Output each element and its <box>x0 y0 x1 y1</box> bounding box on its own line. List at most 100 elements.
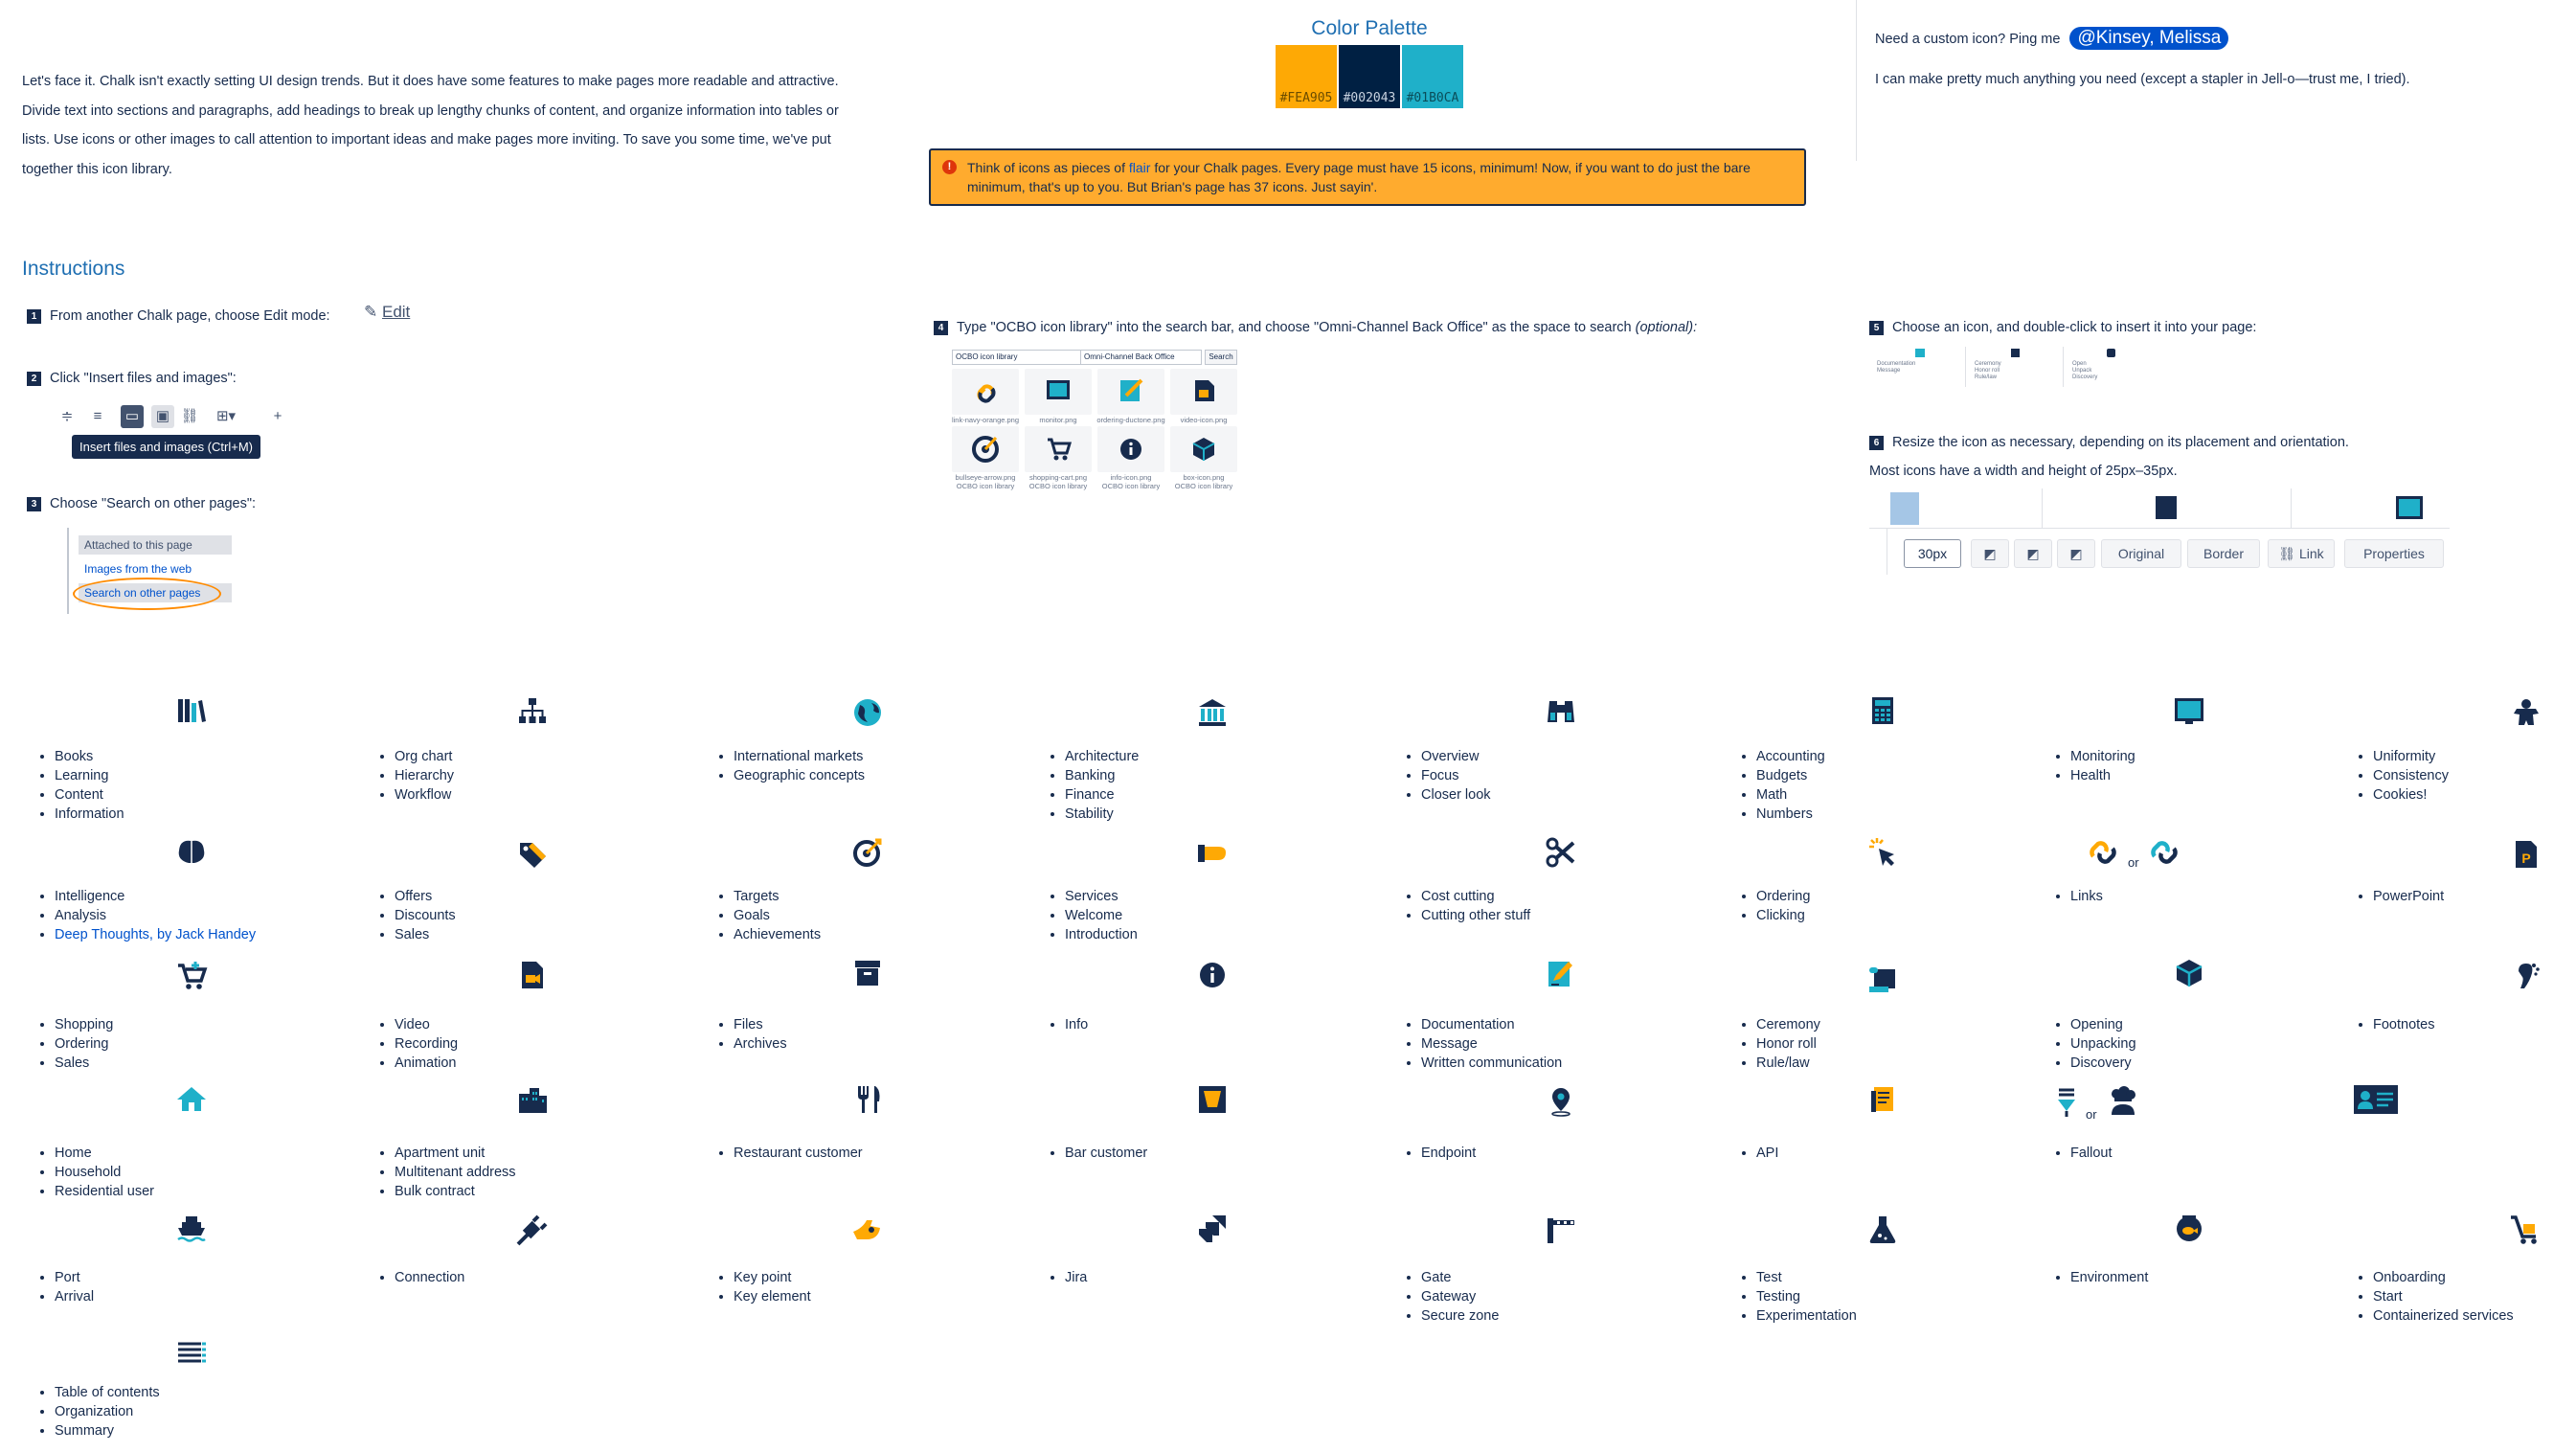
search-button[interactable]: Search <box>1205 350 1237 365</box>
list-item: Table of contents <box>55 1383 160 1402</box>
list-item: Sales <box>55 1054 113 1073</box>
list-item: International markets <box>734 747 865 766</box>
bullseye-list: TargetsGoalsAchievements <box>701 887 821 944</box>
list-item: Documentation <box>1421 1015 1562 1034</box>
result-thumb[interactable] <box>1097 426 1164 472</box>
small-size-button[interactable]: ◩ <box>1971 539 2009 568</box>
archive-list: FilesArchives <box>701 1015 787 1054</box>
jira-list: Jira <box>1032 1268 1087 1287</box>
edit-button[interactable]: ✎ Edit <box>364 303 410 322</box>
list-item: Unpacking <box>2070 1034 2136 1054</box>
list-item: Message <box>1421 1034 1562 1054</box>
flair-link[interactable]: flair <box>1129 160 1151 175</box>
link-icon: ⛓ <box>2278 546 2296 561</box>
plus-icon[interactable]: + <box>266 405 289 428</box>
deep-thoughts-link[interactable]: Deep Thoughts, by Jack Handey <box>55 927 256 942</box>
step-text: From another Chalk page, choose Edit mod… <box>50 308 330 324</box>
list-item: Rule/law <box>1756 1054 1820 1073</box>
result-thumb[interactable] <box>1170 426 1237 472</box>
link-alt-icon <box>2147 835 2181 870</box>
powerpoint-list: PowerPoint <box>2340 887 2444 906</box>
pencil-icon: ✎ <box>364 303 378 321</box>
link-button[interactable]: ⛓ Link <box>2268 539 2335 568</box>
menu-attached[interactable]: Attached to this page <box>79 535 232 555</box>
fishbowl-icon <box>2172 1211 2206 1245</box>
scroll-list: CeremonyHonor rollRule/law <box>1724 1015 1820 1073</box>
result-thumb[interactable] <box>1170 369 1237 415</box>
list-item: Achievements <box>734 925 821 944</box>
properties-button[interactable]: Properties <box>2344 539 2444 568</box>
video-list: VideoRecordingAnimation <box>362 1015 458 1073</box>
home-list: HomeHouseholdResidential user <box>22 1144 154 1201</box>
calculator-icon <box>2156 496 2177 519</box>
gingerbread-list: UniformityConsistencyCookies! <box>2340 747 2449 805</box>
list-item: Content <box>55 785 124 805</box>
list-item: Services <box>1065 887 1138 906</box>
table-icon[interactable]: ⊞▾ <box>209 405 243 428</box>
apartment-list: Apartment unitMultitenant addressBulk co… <box>362 1144 516 1201</box>
list-item: Overview <box>1421 747 1491 766</box>
divider <box>1856 0 1857 161</box>
search-input[interactable]: OCBO icon library <box>952 350 1081 365</box>
menu-web[interactable]: Images from the web <box>79 559 197 579</box>
list-item: Discovery <box>2070 1054 2136 1073</box>
powerpoint-icon: P <box>2509 837 2543 872</box>
list-item: Clicking <box>1756 906 1810 925</box>
original-button[interactable]: Original <box>2101 539 2181 568</box>
result-thumb[interactable] <box>952 369 1019 415</box>
link-toolbar-icon[interactable]: ⛓ <box>178 405 201 428</box>
mini-item: Ceremony <box>1975 361 2001 367</box>
list-item: Discounts <box>395 906 456 925</box>
result-thumb[interactable] <box>952 426 1019 472</box>
size-input[interactable]: 30px <box>1904 539 1961 568</box>
shopping-cart-icon <box>174 958 209 992</box>
document-list: DocumentationMessageWritten communicatio… <box>1389 1015 1562 1073</box>
mini-item: Discovery <box>2072 374 2098 380</box>
list-item: Banking <box>1065 766 1139 785</box>
list-item: Bar customer <box>1065 1144 1147 1163</box>
monitor-list: MonitoringHealth <box>2038 747 2135 785</box>
large-size-button[interactable]: ◩ <box>2057 539 2095 568</box>
restaurant-list: Restaurant customer <box>701 1144 863 1163</box>
list-item: Organization <box>55 1402 160 1421</box>
api-list: API <box>1724 1144 1778 1163</box>
bank-icon <box>1195 695 1230 730</box>
list-item: Accounting <box>1756 747 1825 766</box>
step-text: Type "OCBO icon library" into the search… <box>957 320 1632 335</box>
medium-size-button[interactable]: ◩ <box>2014 539 2052 568</box>
result-thumb[interactable] <box>1025 369 1092 415</box>
onboarding-list: OnboardingStartContainerized services <box>2340 1268 2514 1326</box>
ship-list: PortArrival <box>22 1268 94 1306</box>
list-item: Experimentation <box>1756 1306 1857 1326</box>
key-point-list: Key pointKey element <box>701 1268 811 1306</box>
insert-image-icon[interactable]: ▣ <box>151 405 174 428</box>
border-button[interactable]: Border <box>2187 539 2260 568</box>
user-mention[interactable]: @Kinsey, Melissa <box>2069 27 2229 50</box>
doc-icon-mini <box>1915 349 1925 357</box>
result-subcaption: OCBO icon library <box>1101 482 1161 490</box>
step-number: 3 <box>27 497 41 511</box>
bank-list: ArchitectureBankingFinanceStability <box>1032 747 1139 824</box>
custom-icon-prompt: Need a custom icon? Ping me @Kinsey, Mel… <box>1875 27 2229 50</box>
align-icon[interactable]: ≑ <box>56 405 79 428</box>
result-thumb[interactable] <box>1097 369 1164 415</box>
list-item: Health <box>2070 766 2135 785</box>
key-point-icon <box>850 1213 885 1247</box>
result-thumb[interactable] <box>1025 426 1092 472</box>
globe-list: International marketsGeographic concepts <box>701 747 865 785</box>
step-4: 4 Type "OCBO icon library" into the searc… <box>934 320 1697 335</box>
indent-icon[interactable]: ≡ <box>86 405 109 428</box>
step-text: Click "Insert files and images": <box>50 371 237 386</box>
list-item: Home <box>55 1144 154 1163</box>
list-item: Ceremony <box>1756 1015 1820 1034</box>
list-item: Offers <box>395 887 456 906</box>
layout-icon[interactable]: ▭ <box>121 405 144 428</box>
list-item: Gateway <box>1421 1287 1499 1306</box>
apartment-icon <box>515 1082 550 1117</box>
welcome-list: ServicesWelcomeIntroduction <box>1032 887 1138 944</box>
list-item: Key element <box>734 1287 811 1306</box>
space-select[interactable]: Omni-Channel Back Office <box>1080 350 1202 365</box>
list-item: Monitoring <box>2070 747 2135 766</box>
welcome-hand-icon <box>1195 835 1230 870</box>
swatch-navy: #002043 <box>1339 45 1400 108</box>
